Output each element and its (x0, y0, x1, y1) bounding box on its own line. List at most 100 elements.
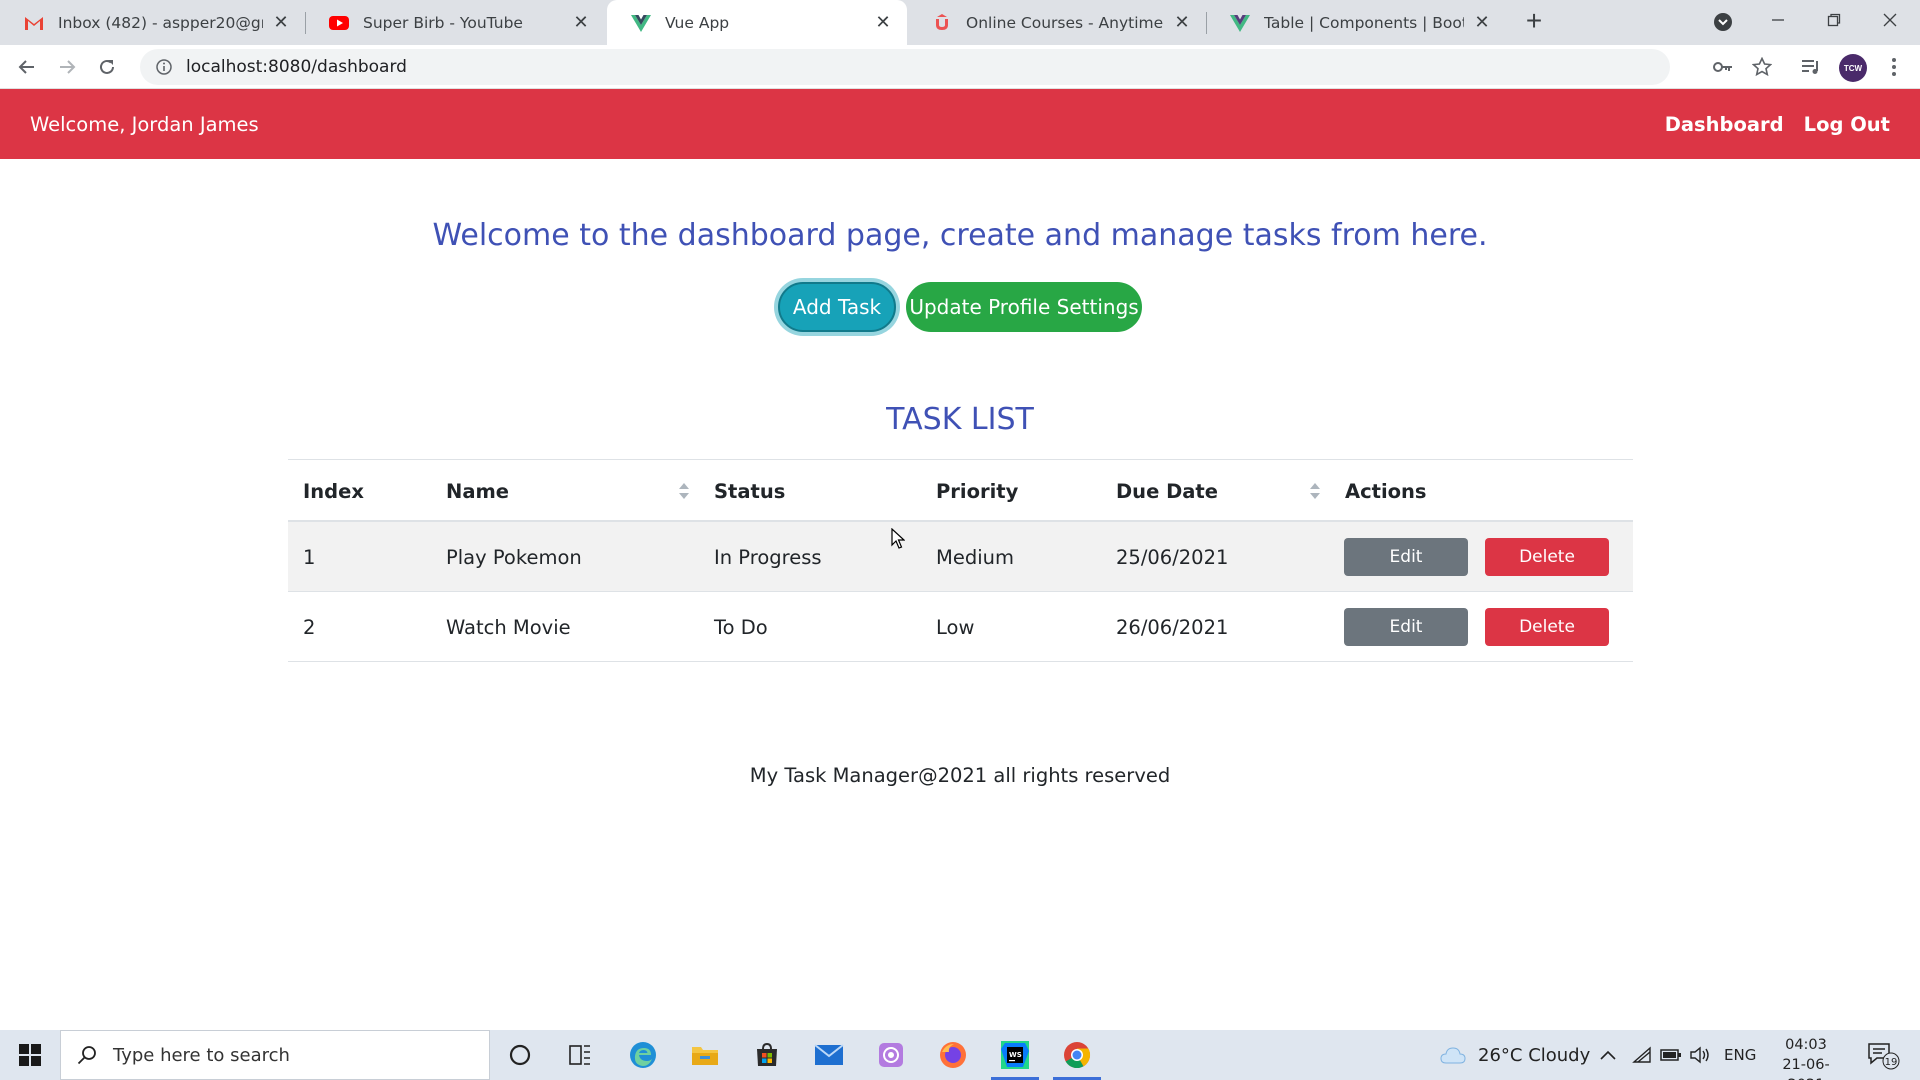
notification-count: 19 (1885, 1057, 1898, 1068)
cell-priority: Low (936, 615, 975, 639)
cell-status: To Do (714, 615, 768, 639)
forward-icon[interactable] (51, 51, 83, 83)
media-control-icon[interactable] (1795, 51, 1827, 83)
key-icon[interactable] (1707, 51, 1739, 83)
vue-icon (631, 14, 651, 32)
language-indicator[interactable]: ENG (1724, 1030, 1756, 1080)
add-task-button[interactable]: Add Task (778, 282, 896, 332)
weather-widget[interactable]: 26°C Cloudy (1440, 1030, 1590, 1080)
mouse-cursor-icon (891, 528, 905, 549)
edit-button[interactable]: Edit (1344, 608, 1468, 646)
sort-icon[interactable] (1309, 481, 1321, 501)
tab-title: Inbox (482) - aspper20@gmail.com (58, 13, 263, 32)
task-list-title: TASK LIST (886, 402, 1034, 437)
column-header-index: Index (303, 479, 364, 503)
table-row: 2 Watch Movie To Do Low 26/06/2021 Edit … (288, 592, 1633, 662)
column-header-status: Status (714, 479, 786, 503)
tab-title: Vue App (665, 13, 730, 32)
sort-icon[interactable] (678, 481, 690, 501)
welcome-user-text: Welcome, Jordan James (30, 112, 259, 136)
close-window-icon[interactable] (1862, 0, 1918, 40)
firefox-icon[interactable] (925, 1030, 981, 1080)
tab-title: Table | Components | BootstrapVue (1264, 13, 1464, 32)
profile-avatar[interactable]: TCW (1839, 54, 1867, 82)
notification-center-icon[interactable]: 19 (1866, 1030, 1900, 1080)
cell-index: 2 (303, 615, 316, 639)
cell-status: In Progress (714, 545, 822, 569)
bookmark-star-icon[interactable] (1746, 51, 1778, 83)
app-navbar: Welcome, Jordan James Dashboard Log Out (0, 89, 1920, 159)
reload-icon[interactable] (91, 51, 123, 83)
cell-name: Watch Movie (446, 615, 571, 639)
back-icon[interactable] (11, 51, 43, 83)
weather-text: 26°C Cloudy (1478, 1044, 1591, 1066)
photo-app-icon[interactable] (863, 1030, 919, 1080)
new-tab-icon[interactable]: + (1518, 6, 1550, 38)
cell-name: Play Pokemon (446, 545, 582, 569)
file-explorer-icon[interactable] (677, 1030, 733, 1080)
column-header-name[interactable]: Name (446, 460, 509, 522)
restore-icon[interactable] (1806, 0, 1862, 40)
cell-due-date: 26/06/2021 (1116, 615, 1229, 639)
browser-toolbar: localhost:8080/dashboard TCW (0, 45, 1920, 89)
action-buttons: Add Task Update Profile Settings (0, 282, 1920, 332)
battery-icon[interactable] (1660, 1030, 1682, 1080)
show-hidden-icons[interactable] (1600, 1030, 1616, 1080)
footer-text: My Task Manager@2021 all rights reserved (749, 764, 1171, 787)
windows-taskbar: Type here to search WS 26°C Cloudy ENG 0… (0, 1030, 1920, 1080)
system-clock[interactable]: 04:03 21-06-2021 (1766, 1035, 1846, 1080)
info-icon[interactable] (156, 59, 172, 75)
cell-index: 1 (303, 545, 316, 569)
close-icon[interactable]: ✕ (873, 12, 893, 33)
table-row: 1 Play Pokemon In Progress Medium 25/06/… (288, 522, 1633, 592)
minimize-icon[interactable] (1750, 0, 1806, 40)
address-bar[interactable]: localhost:8080/dashboard (140, 49, 1670, 85)
column-header-due-date[interactable]: Due Date (1116, 460, 1218, 522)
close-icon[interactable]: ✕ (571, 12, 591, 33)
column-header-actions: Actions (1345, 479, 1427, 503)
microsoft-store-icon[interactable] (739, 1030, 795, 1080)
browser-tabstrip: Inbox (482) - aspper20@gmail.com ✕ Super… (0, 0, 1920, 45)
clock-time: 04:03 (1785, 1037, 1827, 1053)
close-icon[interactable]: ✕ (1472, 12, 1492, 33)
browser-tab-bootstrapvue[interactable]: Table | Components | BootstrapVue ✕ (1206, 0, 1506, 45)
update-profile-button[interactable]: Update Profile Settings (906, 282, 1142, 332)
tab-title: Online Courses - Anytime, Anywhere (966, 13, 1164, 32)
browser-tab-gmail[interactable]: Inbox (482) - aspper20@gmail.com ✕ (0, 0, 305, 45)
nav-link-logout[interactable]: Log Out (1804, 113, 1890, 136)
svg-text:WS: WS (1009, 1051, 1022, 1059)
windows-start-icon[interactable] (0, 1030, 60, 1080)
close-icon[interactable]: ✕ (271, 12, 291, 33)
tab-search-icon[interactable] (1709, 8, 1737, 36)
taskbar-search-box[interactable]: Type here to search (60, 1030, 490, 1080)
url-text: localhost:8080/dashboard (186, 57, 407, 77)
browser-tab-udemy[interactable]: Online Courses - Anytime, Anywhere ✕ (908, 0, 1206, 45)
cloud-icon (1440, 1047, 1466, 1064)
delete-button[interactable]: Delete (1485, 608, 1609, 646)
task-view-icon[interactable] (552, 1030, 608, 1080)
chrome-icon[interactable] (1049, 1030, 1105, 1080)
mail-icon[interactable] (801, 1030, 857, 1080)
bootstrapvue-icon (1230, 14, 1250, 32)
cell-priority: Medium (936, 545, 1014, 569)
cell-due-date: 25/06/2021 (1116, 545, 1229, 569)
edit-button[interactable]: Edit (1344, 538, 1468, 576)
udemy-icon (936, 13, 948, 30)
edge-icon[interactable] (615, 1030, 671, 1080)
gmail-icon (25, 16, 43, 30)
delete-button[interactable]: Delete (1485, 538, 1609, 576)
browser-tab-vue-app[interactable]: Vue App ✕ (607, 0, 907, 45)
more-menu-icon[interactable] (1878, 51, 1910, 83)
search-placeholder: Type here to search (113, 1044, 290, 1066)
close-icon[interactable]: ✕ (1172, 12, 1192, 33)
column-header-priority: Priority (936, 479, 1019, 503)
webstorm-icon[interactable]: WS (987, 1030, 1043, 1080)
network-icon[interactable] (1632, 1030, 1652, 1080)
page-title: Welcome to the dashboard page, create an… (432, 218, 1488, 253)
browser-tab-youtube[interactable]: Super Birb - YouTube ✕ (305, 0, 605, 45)
cortana-icon[interactable] (492, 1030, 548, 1080)
task-table: Index Name Status Priority Due Date Acti… (288, 459, 1633, 662)
nav-link-dashboard[interactable]: Dashboard (1665, 113, 1784, 136)
nav-links: Dashboard Log Out (1665, 113, 1890, 136)
volume-icon[interactable] (1690, 1030, 1712, 1080)
